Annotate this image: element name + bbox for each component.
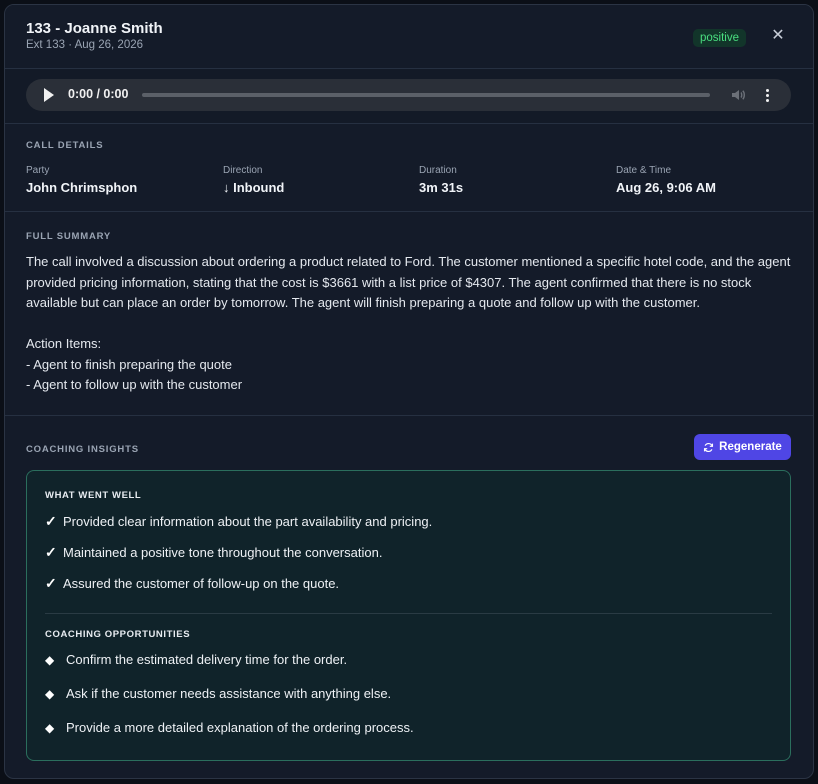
detail-datetime: Date & Time Aug 26, 9:06 AM — [616, 165, 716, 195]
call-detail-modal: 133 - Joanne Smith Ext 133 · Aug 26, 202… — [4, 4, 814, 779]
coaching-heading: Coaching Insights — [26, 444, 139, 455]
call-details-section: Call Details Party John Chrimsphon Direc… — [5, 124, 813, 212]
went-well-item: ✓ Maintained a positive tone throughout … — [45, 544, 382, 561]
went-well-item: ✓ Assured the customer of follow-up on t… — [45, 575, 339, 592]
card-divider — [45, 613, 772, 614]
coaching-card: What Went Well ✓ Provided clear informat… — [26, 470, 791, 761]
call-title: 133 - Joanne Smith — [26, 20, 163, 37]
coaching-section: Coaching Insights Regenerate What Went W… — [5, 416, 813, 776]
detail-party: Party John Chrimsphon — [26, 165, 137, 195]
went-well-text: Assured the customer of follow-up on the… — [63, 576, 340, 591]
opportunity-item: ◆ Provide a more detailed explanation of… — [45, 720, 414, 735]
party-label: Party — [26, 165, 50, 176]
regenerate-label: Regenerate — [719, 441, 782, 453]
call-subtitle: Ext 133 · Aug 26, 2026 — [26, 39, 144, 51]
went-well-text: Maintained a positive tone throughout th… — [63, 545, 383, 560]
audio-player: 0:00 / 0:00 — [26, 79, 791, 111]
play-icon[interactable] — [44, 88, 54, 102]
check-icon: ✓ — [45, 544, 57, 560]
detail-direction: Direction ↓ Inbound — [223, 165, 284, 195]
went-well-item: ✓ Provided clear information about the p… — [45, 513, 432, 530]
opportunity-item: ◆ Ask if the customer needs assistance w… — [45, 686, 391, 701]
summary-text: The call involved a discussion about ord… — [26, 254, 791, 392]
duration-value: 3m 31s — [419, 180, 464, 195]
opportunity-item: ◆ Confirm the estimated delivery time fo… — [45, 652, 347, 667]
refresh-icon — [704, 442, 714, 452]
summary-heading: Full Summary — [26, 231, 112, 242]
diamond-icon: ◆ — [45, 652, 55, 667]
call-details-heading: Call Details — [26, 140, 104, 151]
close-icon[interactable]: ✕ — [769, 27, 787, 45]
duration-label: Duration — [419, 165, 457, 176]
modal-header: 133 - Joanne Smith Ext 133 · Aug 26, 202… — [5, 5, 813, 69]
detail-duration: Duration 3m 31s — [419, 165, 463, 195]
check-icon: ✓ — [45, 513, 57, 529]
went-well-heading: What Went Well — [45, 490, 142, 501]
sentiment-badge: positive — [693, 29, 746, 47]
opportunity-text: Provide a more detailed explanation of t… — [66, 720, 414, 735]
went-well-text: Provided clear information about the par… — [63, 514, 433, 529]
check-icon: ✓ — [45, 575, 57, 591]
party-value: John Chrimsphon — [26, 180, 138, 195]
opportunities-heading: Coaching Opportunities — [45, 629, 191, 640]
audio-time: 0:00 / 0:00 — [68, 87, 129, 101]
regenerate-button[interactable]: Regenerate — [694, 434, 791, 460]
opportunity-text: Ask if the customer needs assistance wit… — [66, 686, 392, 701]
audio-progress-bar[interactable] — [142, 93, 710, 97]
more-options-icon[interactable] — [763, 87, 771, 103]
direction-label: Direction — [223, 165, 263, 176]
opportunity-text: Confirm the estimated delivery time for … — [66, 652, 348, 667]
datetime-label: Date & Time — [616, 165, 672, 176]
diamond-icon: ◆ — [45, 686, 55, 701]
diamond-icon: ◆ — [45, 720, 55, 735]
summary-section: Full Summary The call involved a discuss… — [5, 212, 813, 416]
datetime-value: Aug 26, 9:06 AM — [616, 180, 716, 195]
volume-icon[interactable] — [730, 87, 746, 103]
audio-section: 0:00 / 0:00 — [5, 69, 813, 124]
direction-value: ↓ Inbound — [223, 180, 285, 195]
